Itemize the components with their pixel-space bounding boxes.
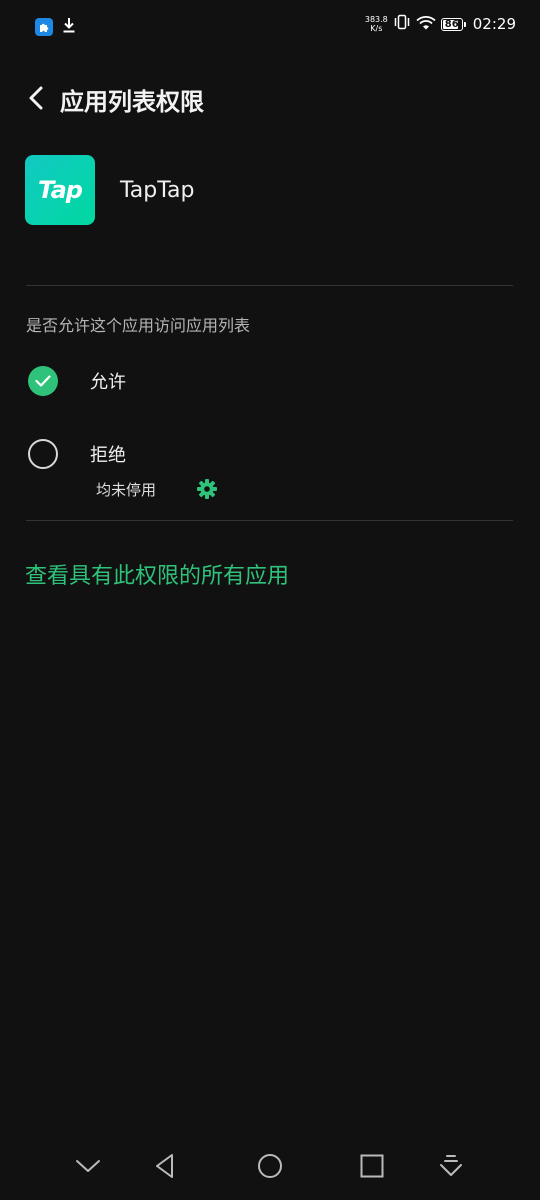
radio-unchecked[interactable] (28, 439, 58, 469)
gear-icon[interactable] (196, 478, 218, 500)
vibrate-icon (393, 14, 411, 34)
permission-question: 是否允许这个应用访问应用列表 (26, 316, 251, 335)
app-name: TapTap (120, 177, 195, 203)
back-button[interactable] (18, 80, 54, 116)
option-allow-label: 允许 (90, 372, 126, 393)
back-triangle-icon (156, 1154, 173, 1178)
battery-icon: 86 (440, 17, 466, 31)
notification-pull-icon (440, 1155, 462, 1176)
nav-back-button[interactable] (147, 1148, 183, 1184)
clock: 02:29 (472, 15, 516, 33)
deny-sub-label: 均未停用 (96, 480, 157, 499)
net-speed: 383.8 K/s (365, 15, 388, 33)
nav-bar (0, 1140, 540, 1190)
header: 应用列表权限 (0, 72, 540, 124)
divider-top (26, 285, 513, 286)
status-bar-left (35, 16, 76, 38)
app-info-row: Tap TapTap (25, 155, 195, 225)
recents-square-icon (360, 1154, 384, 1178)
app-icon: Tap (25, 155, 95, 225)
battery-tip (463, 21, 466, 27)
battery-level: 86 (444, 18, 459, 30)
radio-checked[interactable] (28, 366, 58, 396)
option-allow[interactable]: 允许 (28, 366, 126, 396)
net-speed-unit: K/s (370, 24, 383, 33)
option-deny[interactable]: 拒绝 (28, 439, 126, 469)
page-title: 应用列表权限 (60, 88, 204, 116)
view-all-apps-link[interactable]: 查看具有此权限的所有应用 (25, 558, 289, 590)
wifi-icon (416, 15, 436, 34)
net-speed-value: 383.8 (364, 15, 388, 24)
nav-notification-button[interactable] (433, 1148, 469, 1184)
puzzle-icon (35, 18, 53, 36)
home-circle-icon (258, 1154, 282, 1178)
status-bar: 383.8 K/s 86 02:29 (0, 0, 540, 52)
status-bar-right: 383.8 K/s 86 02:29 (365, 14, 516, 34)
nav-home-button[interactable] (252, 1148, 288, 1184)
chevron-left-icon (29, 86, 43, 110)
battery-body: 86 (440, 17, 463, 31)
divider-bottom (26, 520, 513, 521)
collapse-button[interactable] (70, 1148, 106, 1184)
collapse-icon (76, 1160, 100, 1172)
option-deny-label: 拒绝 (90, 445, 126, 466)
deny-sub-row: 均未停用 (96, 478, 218, 500)
download-icon (62, 16, 76, 38)
nav-recents-button[interactable] (354, 1148, 390, 1184)
check-icon (35, 375, 51, 387)
